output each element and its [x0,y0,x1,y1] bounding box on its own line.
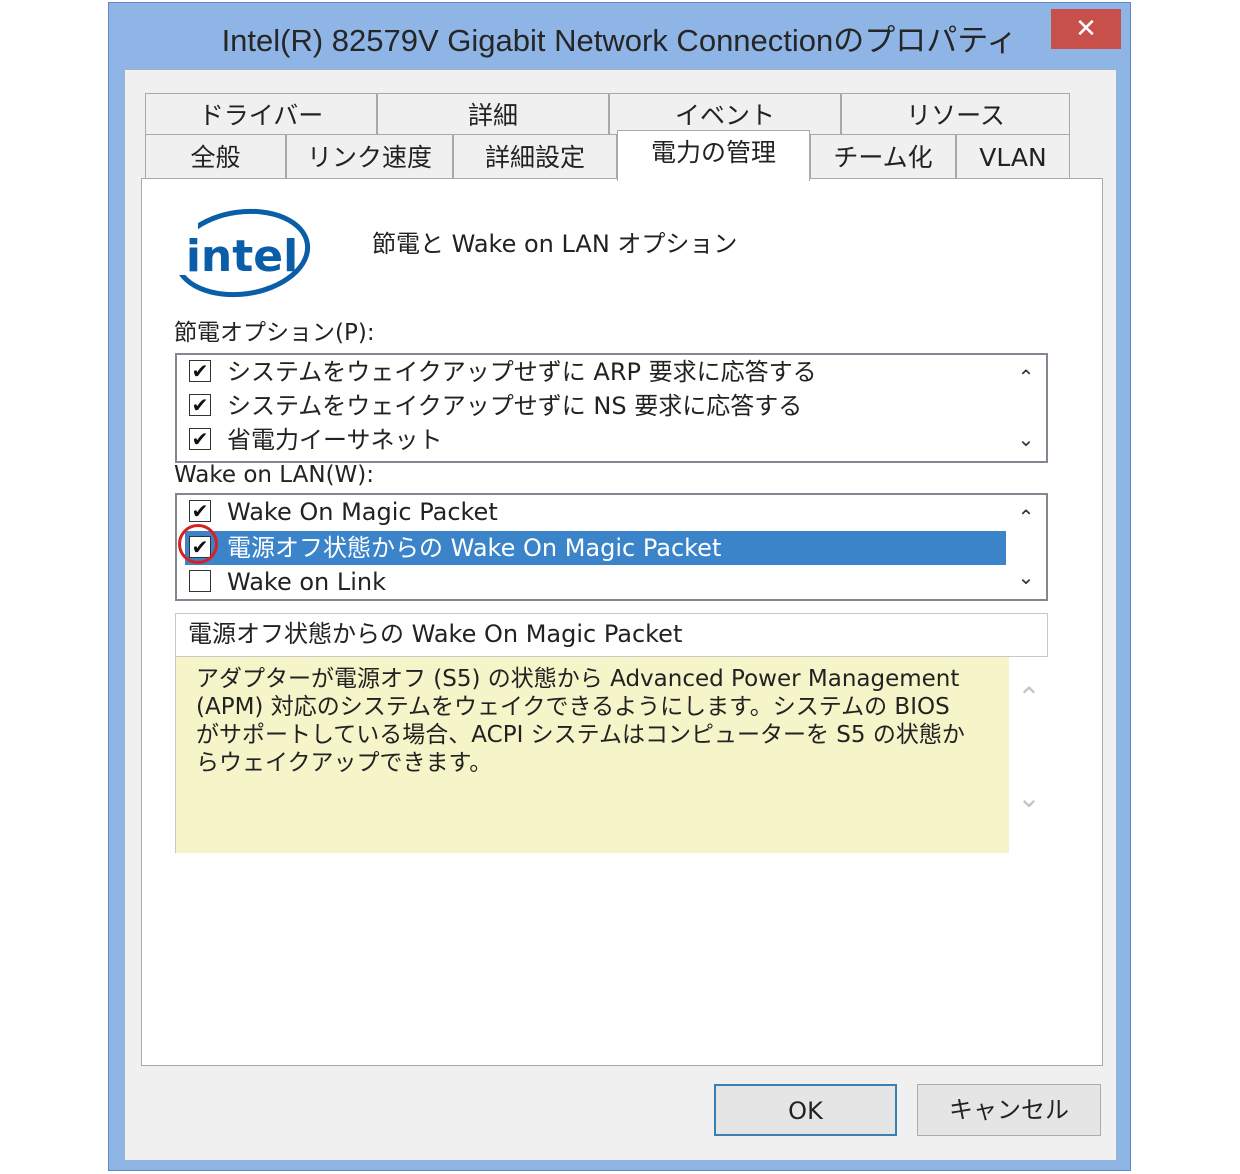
description-text: アダプターが電源オフ (S5) の状態から Advanced Power Man… [175,657,1009,853]
scroll-up-icon[interactable]: ⌃ [1006,365,1046,389]
checkbox[interactable]: ✔ [189,428,211,450]
checkbox[interactable]: ✔ [189,360,211,382]
scroll-up-icon[interactable]: ⌃ [1009,681,1049,714]
checkbox-unchecked[interactable] [189,570,211,592]
wake-on-lan-label: Wake on LAN(W): [174,462,375,488]
scrollbar[interactable]: ⌃ ⌄ [1006,495,1046,599]
tab-power-management[interactable]: 電力の管理 [617,130,810,181]
window-title: Intel(R) 82579V Gigabit Network Connecti… [221,23,1018,58]
cancel-button[interactable]: キャンセル [917,1084,1101,1136]
list-item[interactable]: ✔ 省電力イーサネット [185,423,1007,457]
description-title: 電源オフ状態からの Wake On Magic Packet [175,613,1048,657]
scroll-down-icon[interactable]: ⌄ [1009,781,1049,814]
list-item[interactable]: ✔ システムをウェイクアップせずに NS 要求に応答する [185,389,1007,423]
tab-advanced[interactable]: 詳細設定 [453,134,617,179]
tab-driver[interactable]: ドライバー [145,93,377,134]
intel-logo-icon: intel [172,208,311,298]
tab-general[interactable]: 全般 [145,134,286,179]
checkbox[interactable]: ✔ [189,394,211,416]
dialog-client-area: ドライバー 詳細 イベント リソース 全般 リンク速度 詳細設定 電力の管理 チ… [124,69,1117,1161]
tab-teaming[interactable]: チーム化 [810,134,956,179]
list-item[interactable]: ✔ システムをウェイクアップせずに ARP 要求に応答する [185,355,1007,389]
power-saving-listbox[interactable]: ✔ システムをウェイクアップせずに ARP 要求に応答する ✔ システムをウェイ… [175,353,1048,463]
scroll-up-icon[interactable]: ⌃ [1006,505,1046,529]
scrollbar[interactable]: ⌃ ⌄ [1006,355,1046,461]
panel-header: 節電と Wake on LAN オプション [372,230,738,258]
close-button[interactable]: ✕ [1051,9,1121,49]
properties-dialog: Intel(R) 82579V Gigabit Network Connecti… [108,2,1131,1171]
tab-resources[interactable]: リソース [841,93,1070,134]
ok-button[interactable]: OK [714,1084,897,1136]
power-saving-label: 節電オプション(P): [174,320,375,346]
tab-details[interactable]: 詳細 [377,93,609,134]
list-item[interactable]: Wake on Link [185,565,1007,599]
scroll-down-icon[interactable]: ⌄ [1006,565,1046,589]
wake-on-lan-listbox[interactable]: ✔ Wake On Magic Packet ✔ 電源オフ状態からの Wake … [175,493,1048,601]
svg-text:intel: intel [186,231,298,282]
highlight-circle [178,524,218,564]
list-item[interactable]: ✔ Wake On Magic Packet [185,495,1007,529]
scroll-down-icon[interactable]: ⌄ [1006,427,1046,451]
description-scrollbar[interactable]: ⌃ ⌄ [1009,657,1048,853]
tab-events[interactable]: イベント [609,93,841,134]
power-management-panel: intel 節電と Wake on LAN オプション 節電オプション(P): … [141,178,1103,1066]
list-item-selected[interactable]: ✔ 電源オフ状態からの Wake On Magic Packet [185,531,1007,565]
checkbox[interactable]: ✔ [189,500,211,522]
tab-vlan[interactable]: VLAN [956,134,1070,179]
tab-link-speed[interactable]: リンク速度 [286,134,453,179]
